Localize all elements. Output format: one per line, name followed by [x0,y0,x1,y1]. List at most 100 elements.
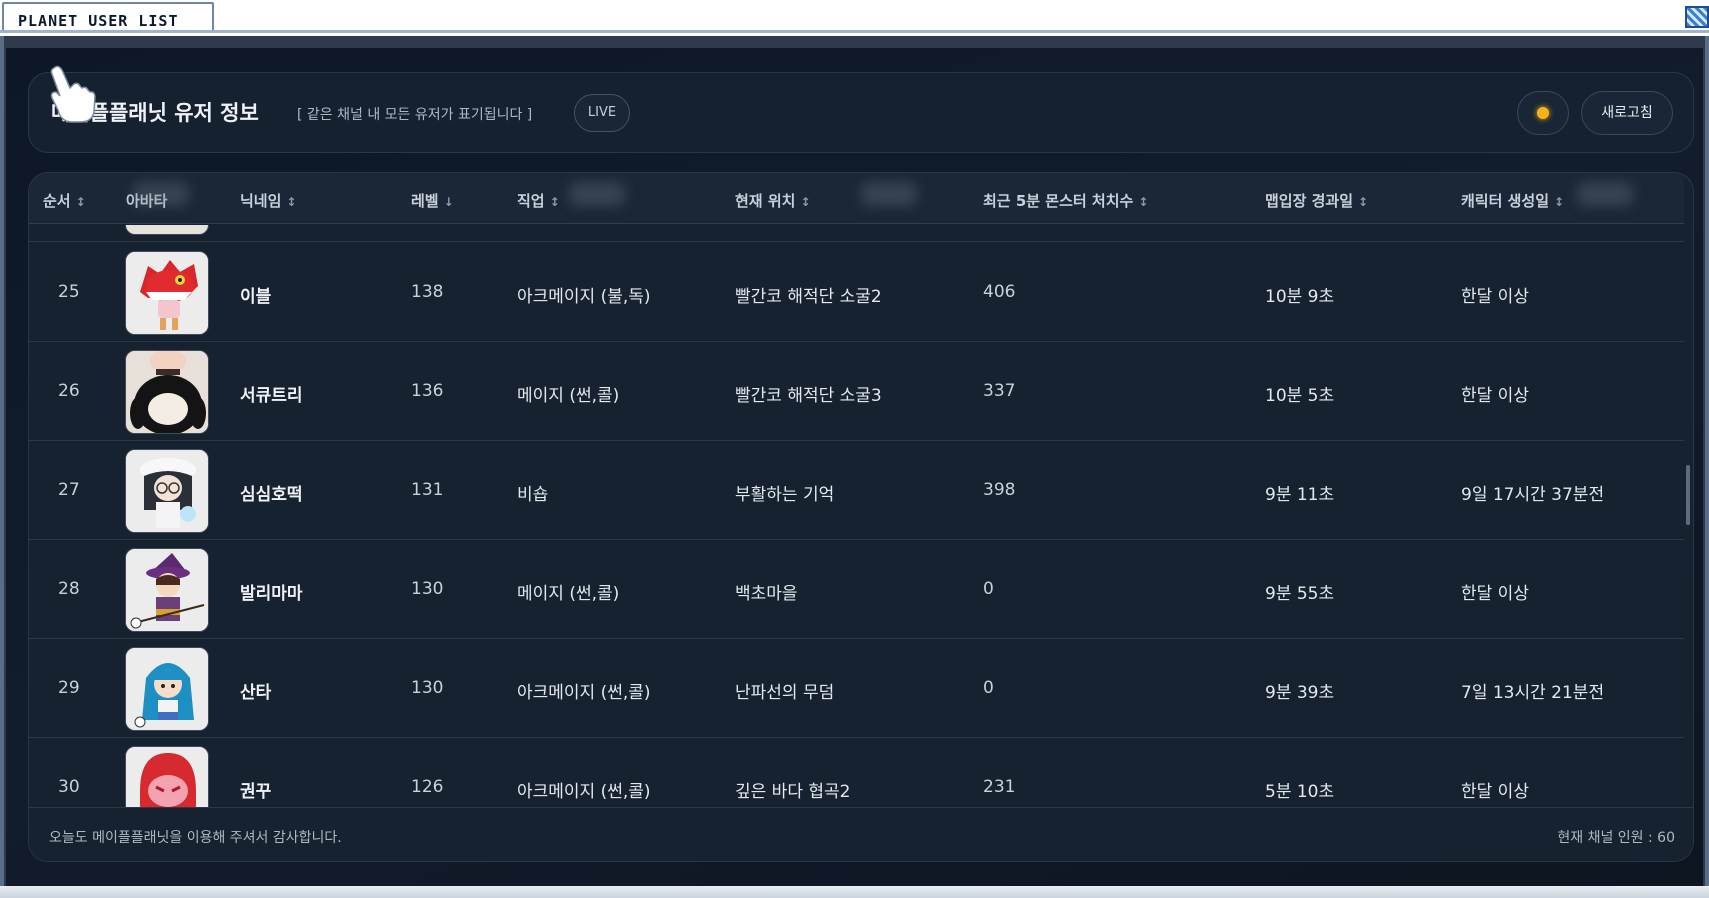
row-job: 아크메이지 (썬,콜) [517,683,651,703]
table-row[interactable]: 27 심심호떡 131 비숍 부활하는 기억 398 9분 11초 9일 17시… [29,441,1684,540]
column-header-created[interactable]: 캐릭터 생성일 ↕ [1461,190,1564,211]
row-map-elapsed: 10분 5초 [1265,386,1335,406]
table-row[interactable]: 29 산타 130 아크메이지 (썬,콜) 난파선의 무덤 0 9분 39초 7… [29,639,1684,738]
header-panel: 메이플플래닛 유저 정보 [ 같은 채널 내 모든 유저가 표기됩니다 ] LI… [28,72,1694,153]
row-index: 28 [58,579,80,599]
page-subtitle: [ 같은 채널 내 모든 유저가 표기됩니다 ] [297,107,533,123]
table-row[interactable]: 30 권꾸 126 아크메이지 (썬,콜) 깊은 바다 협곡2 231 5분 1… [29,738,1684,807]
sort-icon: ↕ [75,195,86,209]
footer-message: 오늘도 메이플플래닛을 이용해 주셔서 감사합니다. [49,830,342,846]
row-kills: 231 [983,777,1016,797]
row-level: 138 [411,282,444,302]
table-scrollbar[interactable] [1686,225,1692,807]
row-index: 30 [58,777,80,797]
penguin-suit-avatar-icon [126,351,208,433]
header-blur-mark [133,182,189,206]
row-index: 26 [58,381,80,401]
window-titlebar: PLANET USER LIST [0,0,1709,33]
window-title: PLANET USER LIST [18,12,179,30]
header-blur-mark [861,182,917,206]
row-location: 백초마을 [735,584,798,604]
scrollbar-thumb[interactable] [1686,465,1690,525]
status-dot-icon [1537,107,1549,119]
row-kills: 406 [983,282,1016,302]
avatar [125,251,209,335]
table-row[interactable]: 25 이블 138 아크메이지 (불,독) 빨간코 해적단 소굴2 406 10… [29,243,1684,342]
table-row[interactable]: 28 발리마마 130 메이지 (썬,콜) 백초마을 0 9분 55초 한달 이… [29,540,1684,639]
row-level: 130 [411,678,444,698]
avatar [125,225,209,235]
status-indicator-button[interactable] [1517,91,1569,135]
red-dragon-hood-avatar-icon [126,252,208,334]
row-index: 25 [58,282,80,302]
avatar [125,647,209,731]
row-map-elapsed: 10분 9초 [1265,287,1335,307]
row-nickname: 이블 [240,287,272,307]
table-body[interactable]: 25 이블 138 아크메이지 (불,독) 빨간코 해적단 소굴2 406 10… [29,225,1684,807]
row-created: 한달 이상 [1461,386,1529,406]
row-created: 한달 이상 [1461,287,1529,307]
window-title-tab: PLANET USER LIST [2,2,214,30]
column-header-index[interactable]: 순서 ↕ [43,190,86,211]
row-job: 아크메이지 (썬,콜) [517,782,651,802]
column-header-map-elapsed[interactable]: 맵입장 경과일 ↕ [1265,190,1368,211]
sort-icon: ↕ [1358,195,1369,209]
row-location: 빨간코 해적단 소굴2 [735,287,882,307]
window-bottom-border [0,886,1709,898]
row-level: 131 [411,480,444,500]
sort-icon: ↕ [549,195,560,209]
row-kills: 398 [983,480,1016,500]
row-nickname: 서큐트리 [240,386,303,406]
refresh-button[interactable]: 새로고침 [1581,91,1673,135]
wizard-hat-avatar-icon [126,549,208,631]
row-nickname: 산타 [240,683,272,703]
sort-icon: ↕ [1138,195,1149,209]
hand-cursor-icon [48,64,100,124]
table-header: 순서 ↕ 아바타 닉네임 ↕ 레벨 ↓ 직업 ↕ 현재 위치 ↕ 최근 5분 몬스터 처치… [29,173,1684,224]
row-level: 130 [411,579,444,599]
live-badge: LIVE [574,94,630,132]
column-header-job[interactable]: 직업 ↕ [517,190,560,211]
row-kills: 0 [983,678,994,698]
row-nickname: 심심호떡 [240,485,303,505]
row-job: 메이지 (썬,콜) [517,584,620,604]
row-map-elapsed: 9분 55초 [1265,584,1335,604]
row-map-elapsed: 9분 11초 [1265,485,1335,505]
avatar [125,548,209,632]
white-hat-glasses-avatar-icon [126,450,208,532]
row-created: 9일 17시간 37분전 [1461,485,1605,505]
column-header-nickname[interactable]: 닉네임 ↕ [240,190,296,211]
user-table: 순서 ↕ 아바타 닉네임 ↕ 레벨 ↓ 직업 ↕ 현재 위치 ↕ 최근 5분 몬스터 처치… [28,172,1694,862]
avatar [125,746,209,807]
row-level: 126 [411,777,444,797]
row-created: 한달 이상 [1461,782,1529,802]
row-created: 한달 이상 [1461,584,1529,604]
row-location: 난파선의 무덤 [735,683,835,703]
table-row[interactable]: 26 서큐트리 136 메이지 (썬,콜) 빨간코 해적단 소굴3 337 10… [29,342,1684,441]
column-header-kills[interactable]: 최근 5분 몬스터 처치수 ↕ [983,190,1148,211]
sort-icon: ↕ [286,195,297,209]
row-location: 깊은 바다 협곡2 [735,782,851,802]
table-row-partial [29,225,1684,242]
column-header-location[interactable]: 현재 위치 ↕ [735,190,811,211]
header-blur-mark [1577,182,1633,206]
row-nickname: 권꾸 [240,782,272,802]
row-job: 메이지 (썬,콜) [517,386,620,406]
row-index: 27 [58,480,80,500]
channel-user-count: 현재 채널 인원 : 60 [1557,830,1675,846]
row-map-elapsed: 5분 10초 [1265,782,1335,802]
avatar [125,449,209,533]
column-header-level[interactable]: 레벨 ↓ [411,190,454,211]
sort-icon: ↕ [800,195,811,209]
row-created: 7일 13시간 21분전 [1461,683,1605,703]
row-location: 빨간코 해적단 소굴3 [735,386,882,406]
row-level: 136 [411,381,444,401]
row-index: 29 [58,678,80,698]
close-icon[interactable] [1685,6,1709,28]
row-job: 아크메이지 (불,독) [517,287,651,307]
row-location: 부활하는 기억 [735,485,835,505]
row-kills: 0 [983,579,994,599]
table-footer: 오늘도 메이플플래닛을 이용해 주셔서 감사합니다. 현재 채널 인원 : 60 [29,807,1693,861]
red-hood-avatar-icon [126,747,208,807]
row-nickname: 발리마마 [240,584,303,604]
